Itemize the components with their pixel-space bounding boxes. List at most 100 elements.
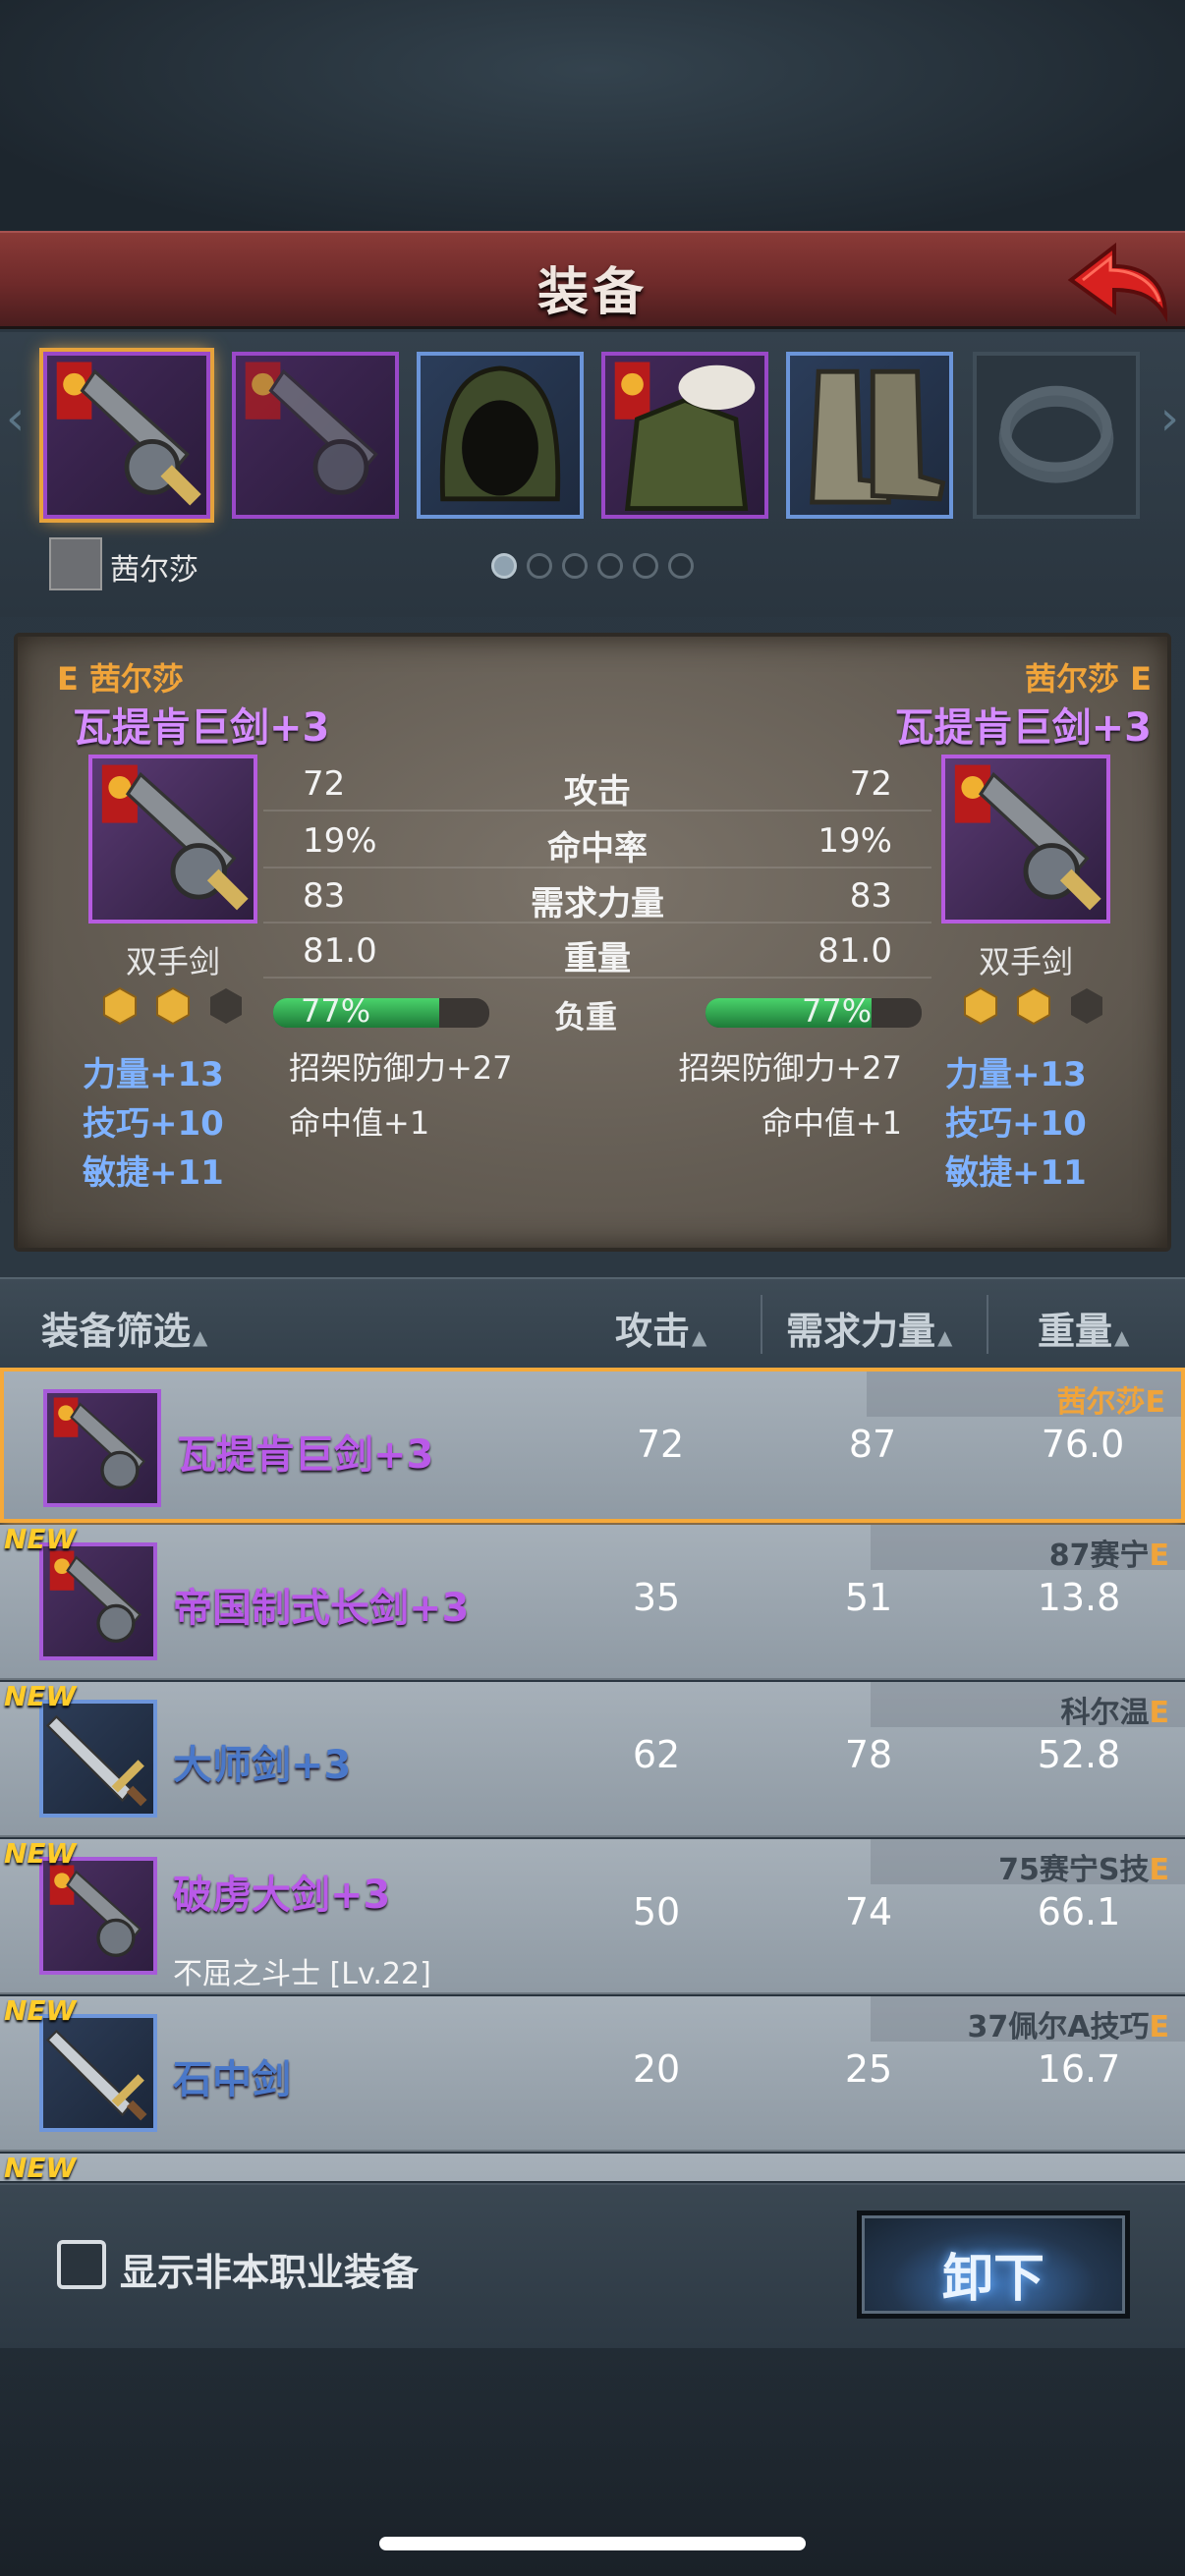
equipment-list[interactable]: 瓦提肯巨剑+3 茜尔莎E 72 87 76.0 NEW 帝国制式长剑+3 87赛宁E 35 51 1… [0,1368,1185,2181]
item-icon [39,1542,157,1660]
right-sub-stat: 招架防御力+27 [678,1049,902,1087]
list-item[interactable]: NEW 帝国制式长剑+3 87赛宁E 35 51 13.8 [0,1523,1185,1680]
sort-icon: ▲ [937,1325,953,1349]
list-item[interactable]: NEW 破虏大剑+3 不屈之斗士 [Lv.22] 75赛宁S技E 50 74 66.1 [0,1837,1185,1994]
slot-weapon-secondary[interactable] [232,352,399,519]
page-title: 装备 [536,263,648,322]
list-item[interactable]: NEW [0,2152,1185,2181]
attack-label: 攻击 [615,1310,691,1353]
comparison-panel: E 茜尔莎 茜尔莎 E 瓦提肯巨剑+3 瓦提肯巨剑+3 双手剑 双手剑 72 攻… [14,633,1171,1252]
stat-row-strength-req: 83 需求力量 83 [263,868,931,924]
sort-icon: ▲ [692,1325,707,1349]
owner-text: 茜尔莎 [1056,1385,1146,1420]
item-sub-label: 不屈之斗士 [Lv.22] [173,1957,431,1991]
unequip-label: 卸下 [941,2250,1044,2309]
list-item[interactable]: NEW 石中剑 37佩尔A技巧E 20 25 16.7 [0,1994,1185,2152]
left-attr: 敏捷+11 [83,1153,224,1193]
divider [761,1295,762,1354]
item-name: 瓦提肯巨剑+3 [177,1432,434,1478]
right-attr: 敏捷+11 [945,1153,1087,1193]
bottom-bar: 显示非本职业装备 卸下 [0,2183,1185,2348]
home-indicator[interactable] [379,2537,806,2550]
str-sort-button[interactable]: 需求力量 ▲ [786,1301,952,1355]
list-item[interactable]: NEW 大师剑+3 科尔温E 62 78 52.8 [0,1680,1185,1837]
ring-icon [998,385,1114,483]
greatsword-icon [56,362,201,506]
page-dot[interactable] [633,553,658,579]
owner-name: 茜尔莎 [110,553,198,588]
page-dot[interactable] [668,553,694,579]
unequip-button[interactable]: 卸下 [857,2211,1130,2319]
item-attack: 50 [632,1890,681,1933]
right-item-icon[interactable] [941,755,1110,924]
current-owner-row: 茜尔莎 [39,533,1179,592]
item-str-req: 78 [844,1733,893,1776]
fur-armor-icon [614,362,756,511]
chevron-right-icon[interactable]: › [1160,391,1179,446]
sort-icon: ▲ [193,1325,208,1349]
right-load-text: 77% [802,992,873,1030]
item-attack: 72 [636,1423,685,1466]
gem-socket-icon [103,986,137,1026]
item-weight: 16.7 [1037,2047,1121,2091]
greatsword-icon [101,764,249,911]
greatsword-icon [954,764,1101,911]
gem-socket-icon [964,986,997,1026]
new-badge: NEW [4,1523,77,1555]
page-dot[interactable] [597,553,623,579]
right-sub-stat: 命中值+1 [761,1104,902,1142]
top-background [0,0,1185,231]
item-weight: 66.1 [1037,1890,1121,1933]
right-value: 72 [849,764,892,804]
equipment-slot-strip: ‹ › 茜尔莎 [0,332,1185,617]
avatar [49,537,102,590]
back-arrow-icon[interactable] [1063,241,1171,323]
item-str-req: 25 [844,2047,893,2091]
chevron-left-icon[interactable]: ‹ [6,391,25,446]
item-owner: 87赛宁E [1049,1531,1169,1574]
left-attr: 技巧+10 [83,1104,224,1144]
item-icon [39,2014,157,2132]
item-str-req: 87 [848,1423,897,1466]
item-str-req: 51 [844,1576,893,1619]
weight-sort-button[interactable]: 重量 ▲ [1038,1301,1129,1355]
page-dot[interactable] [562,553,588,579]
item-weight: 76.0 [1041,1423,1125,1466]
item-attack: 62 [632,1733,681,1776]
filter-sort-button[interactable]: 装备筛选 ▲ [41,1301,207,1355]
empty-socket-icon [210,988,242,1024]
item-str-req: 74 [844,1890,893,1933]
new-badge: NEW [4,2152,77,2181]
item-owner: 茜尔莎E [1057,1377,1166,1421]
item-name: 帝国制式长剑+3 [173,1586,470,1631]
item-name: 破虏大剑+3 [173,1873,391,1918]
load-label: 负重 [554,998,618,1036]
left-owner: E 茜尔莎 [57,660,185,698]
gem-socket-icon [1017,986,1050,1026]
show-non-class-label[interactable]: 显示非本职业装备 [120,2242,419,2296]
owner-text: 科尔温 [1060,1696,1150,1730]
right-item-name: 瓦提肯巨剑+3 [894,705,1152,751]
item-attack: 35 [632,1576,681,1619]
show-non-class-checkbox[interactable] [57,2240,106,2289]
owner-grade: E [1149,1696,1170,1730]
left-item-name: 瓦提肯巨剑+3 [73,705,330,751]
owner-grade: E [1145,1385,1166,1420]
slot-weapon-main[interactable] [43,352,210,519]
new-badge: NEW [4,1994,77,2027]
new-badge: NEW [4,1680,77,1712]
slot-head[interactable] [417,352,584,519]
slot-armor[interactable] [601,352,768,519]
slot-ring[interactable] [973,352,1140,519]
item-name: 大师剑+3 [173,1743,352,1788]
attack-sort-button[interactable]: 攻击 ▲ [615,1301,706,1355]
left-attr: 力量+13 [83,1055,224,1094]
page-dot[interactable] [491,553,517,579]
str-label: 需求力量 [786,1310,936,1353]
list-item[interactable]: 瓦提肯巨剑+3 茜尔莎E 72 87 76.0 [0,1368,1185,1523]
page-dot[interactable] [527,553,552,579]
left-item-icon[interactable] [88,755,257,924]
slot-boots[interactable] [786,352,953,519]
filter-label: 装备筛选 [41,1310,192,1353]
item-name: 石中剑 [173,2057,291,2102]
